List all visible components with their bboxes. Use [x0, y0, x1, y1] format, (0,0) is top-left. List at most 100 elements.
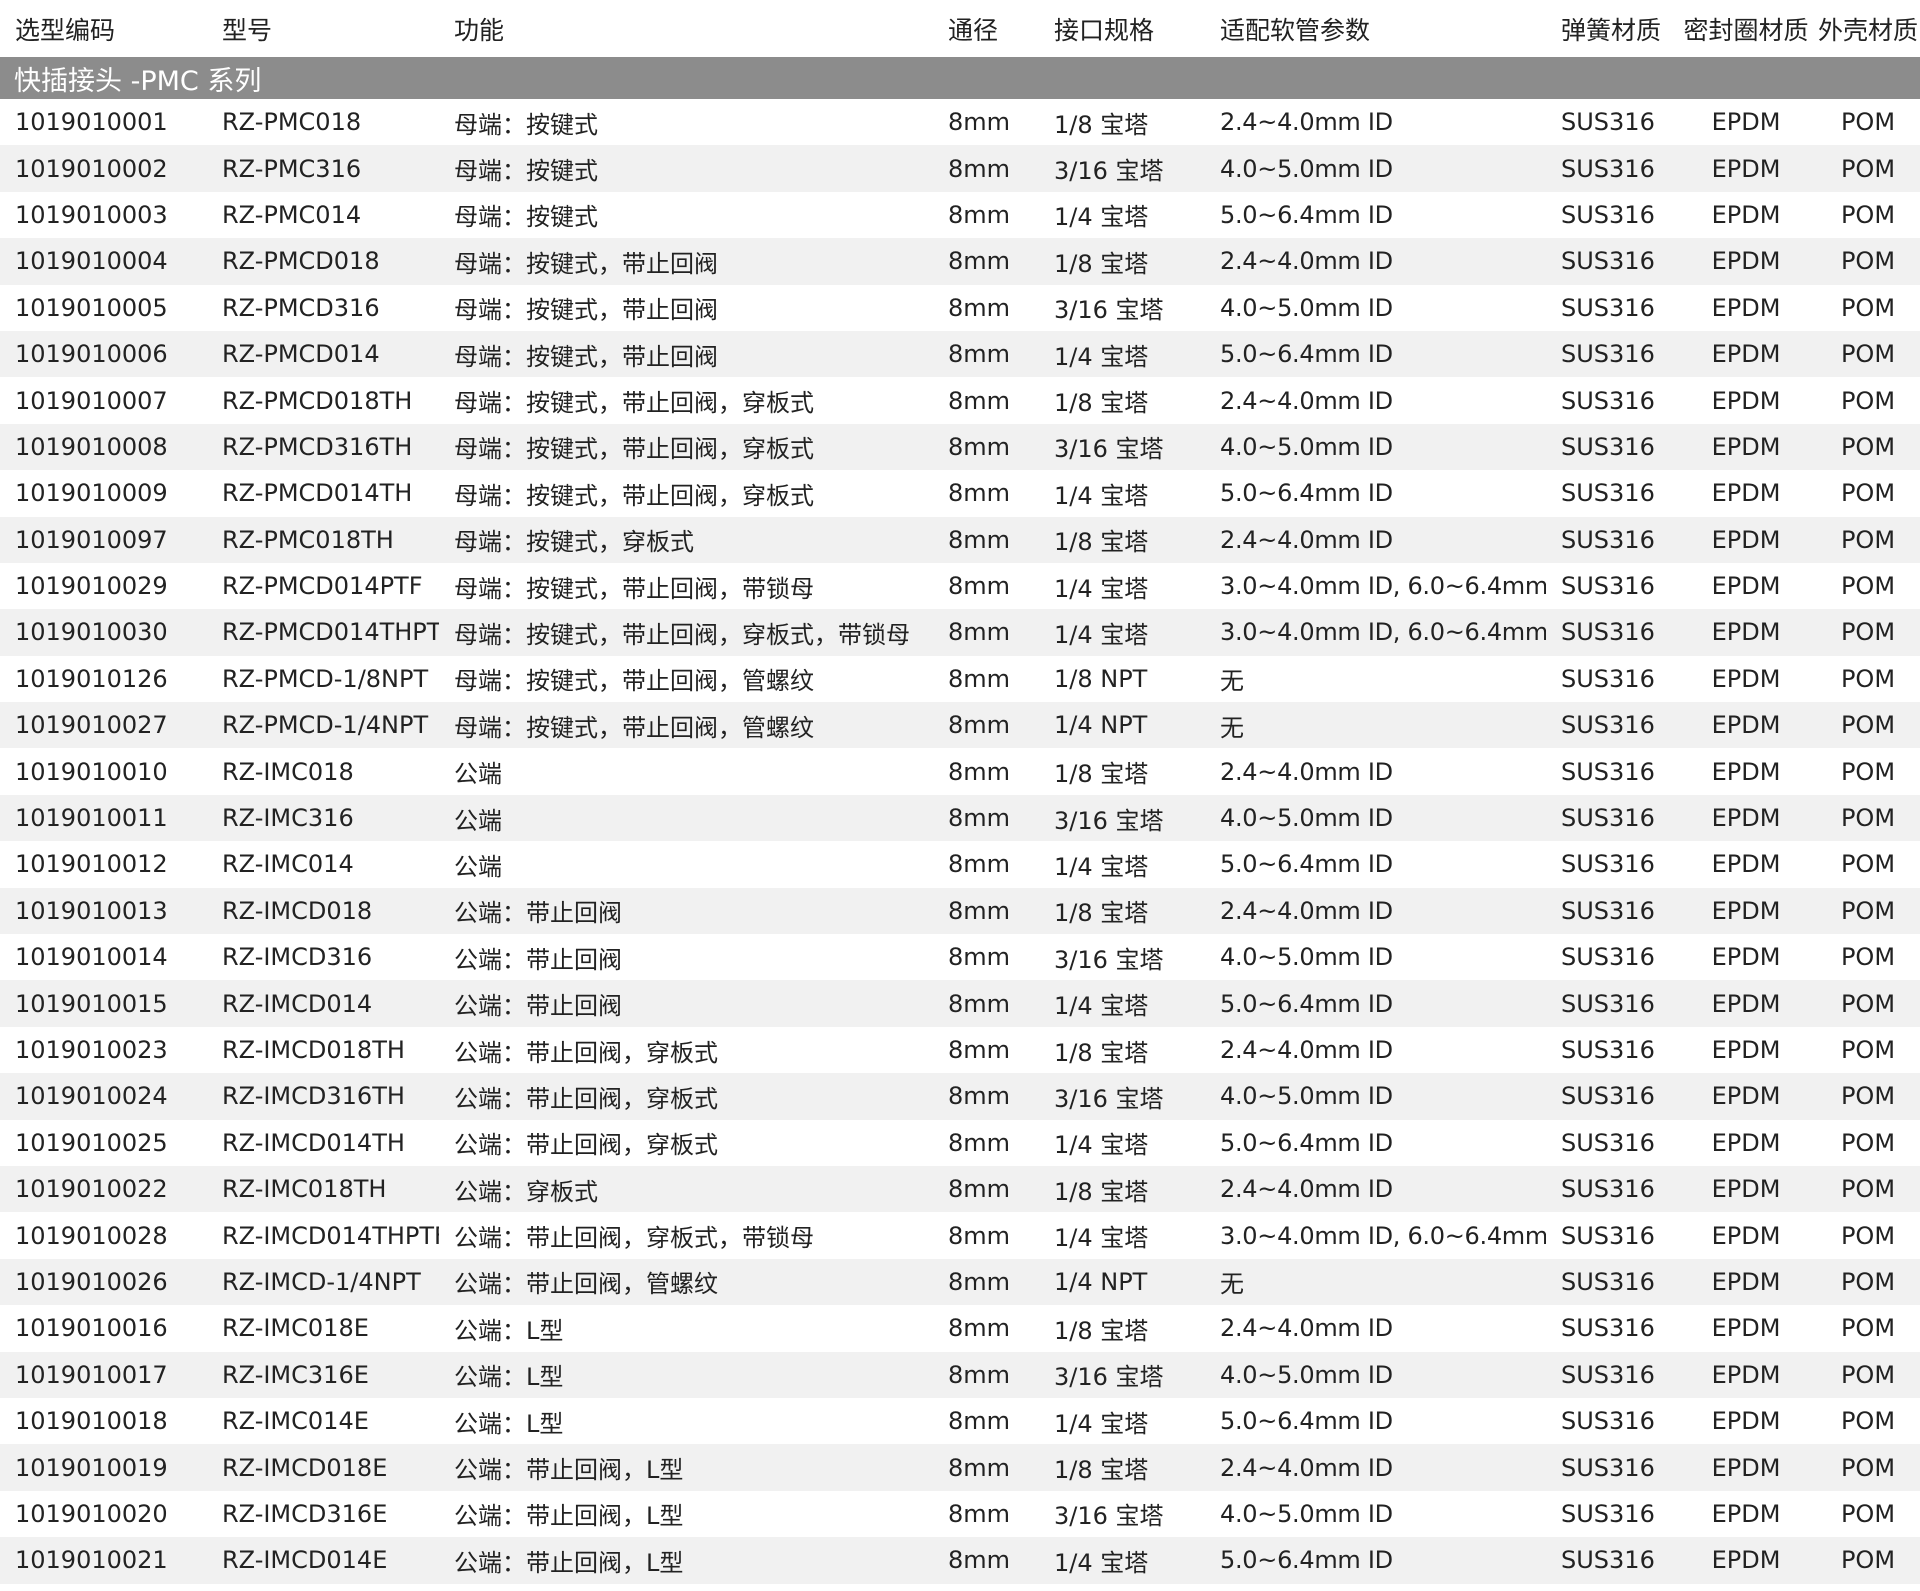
cell-bore: 8mm	[933, 145, 1039, 192]
cell-port: 3/16 宝塔	[1039, 1490, 1205, 1538]
cell-function: 公端：穿板式	[439, 1165, 933, 1213]
cell-model: RZ-IMCD014	[207, 980, 439, 1027]
cell-port: 1/4 宝塔	[1039, 1119, 1205, 1166]
table-row: 1019010007 RZ-PMCD018TH 母端：按键式，带止回阀，穿板式 8mm…	[0, 377, 1920, 424]
cell-spring: SUS316	[1546, 1397, 1676, 1445]
series-title: 快插接头 -PMC 系列	[0, 57, 1920, 99]
cell-port: 1/4 NPT	[1039, 702, 1205, 749]
cell-code: 1019010028	[0, 1212, 207, 1259]
table-row: 1019010020 RZ-IMCD316E 公端：带止回阀，L型 8mm 3/16 宝…	[0, 1490, 1920, 1538]
cell-hose: 4.0~5.0mm ID	[1205, 934, 1546, 981]
cell-model: RZ-IMCD-1/4NPT	[207, 1258, 439, 1306]
cell-code: 1019010019	[0, 1444, 207, 1491]
cell-bore: 8mm	[933, 99, 1039, 146]
cell-hose: 无	[1205, 1258, 1546, 1306]
cell-function: 母端：按键式，带止回阀，带锁母	[439, 562, 933, 610]
cell-model: RZ-PMCD316TH	[207, 423, 439, 471]
cell-shell: POM	[1816, 1026, 1920, 1074]
cell-bore: 8mm	[933, 1026, 1039, 1074]
cell-shell: POM	[1816, 1444, 1920, 1491]
cell-spring: SUS316	[1546, 284, 1676, 331]
cell-seal: EPDM	[1676, 516, 1816, 563]
cell-code: 1019010013	[0, 887, 207, 935]
cell-hose: 无	[1205, 655, 1546, 703]
cell-seal: EPDM	[1676, 655, 1816, 703]
cell-port: 1/8 宝塔	[1039, 1444, 1205, 1491]
cell-shell: POM	[1816, 1351, 1920, 1398]
cell-hose: 2.4~4.0mm ID	[1205, 1026, 1546, 1074]
cell-hose: 4.0~5.0mm ID	[1205, 1073, 1546, 1120]
cell-spring: SUS316	[1546, 562, 1676, 610]
cell-shell: POM	[1816, 1119, 1920, 1166]
cell-spring: SUS316	[1546, 702, 1676, 749]
header-function: 功能	[439, 0, 933, 57]
cell-shell: POM	[1816, 1165, 1920, 1213]
cell-function: 公端	[439, 748, 933, 795]
cell-function: 母端：按键式	[439, 99, 933, 146]
header-port: 接口规格	[1039, 0, 1205, 57]
cell-hose: 5.0~6.4mm ID	[1205, 330, 1546, 378]
cell-shell: POM	[1816, 980, 1920, 1027]
cell-port: 3/16 宝塔	[1039, 284, 1205, 331]
cell-model: RZ-PMCD014THPTF	[207, 609, 439, 656]
cell-model: RZ-IMC018TH	[207, 1165, 439, 1213]
cell-shell: POM	[1816, 1258, 1920, 1306]
cell-bore: 8mm	[933, 702, 1039, 749]
table-row: 1019010024 RZ-IMCD316TH 公端：带止回阀，穿板式 8mm 3/16…	[0, 1073, 1920, 1120]
cell-model: RZ-IMC014	[207, 841, 439, 888]
cell-function: 公端：带止回阀	[439, 934, 933, 981]
table-row: 1019010021 RZ-IMCD014E 公端：带止回阀，L型 8mm 1/4 宝塔…	[0, 1537, 1920, 1584]
cell-shell: POM	[1816, 330, 1920, 378]
cell-model: RZ-PMCD014	[207, 330, 439, 378]
cell-bore: 8mm	[933, 1305, 1039, 1352]
cell-spring: SUS316	[1546, 887, 1676, 935]
cell-port: 1/4 宝塔	[1039, 609, 1205, 656]
cell-hose: 5.0~6.4mm ID	[1205, 1537, 1546, 1584]
cell-hose: 2.4~4.0mm ID	[1205, 1444, 1546, 1491]
header-spring: 弹簧材质	[1546, 0, 1676, 57]
cell-function: 公端：带止回阀，管螺纹	[439, 1258, 933, 1306]
cell-hose: 2.4~4.0mm ID	[1205, 1165, 1546, 1213]
cell-function: 公端：带止回阀，L型	[439, 1490, 933, 1538]
cell-function: 公端：带止回阀，L型	[439, 1444, 933, 1491]
cell-bore: 8mm	[933, 1212, 1039, 1259]
cell-function: 母端：按键式，带止回阀	[439, 330, 933, 378]
cell-model: RZ-PMC316	[207, 145, 439, 192]
cell-bore: 8mm	[933, 1351, 1039, 1398]
cell-bore: 8mm	[933, 841, 1039, 888]
cell-seal: EPDM	[1676, 1444, 1816, 1491]
cell-seal: EPDM	[1676, 1397, 1816, 1445]
cell-spring: SUS316	[1546, 748, 1676, 795]
cell-port: 3/16 宝塔	[1039, 423, 1205, 471]
cell-model: RZ-PMCD-1/8NPT	[207, 655, 439, 703]
cell-model: RZ-PMC018	[207, 99, 439, 146]
cell-seal: EPDM	[1676, 330, 1816, 378]
cell-code: 1019010126	[0, 655, 207, 703]
cell-model: RZ-IMC018	[207, 748, 439, 795]
cell-code: 1019010016	[0, 1305, 207, 1352]
cell-seal: EPDM	[1676, 887, 1816, 935]
cell-spring: SUS316	[1546, 99, 1676, 146]
cell-model: RZ-PMCD018	[207, 238, 439, 285]
cell-shell: POM	[1816, 377, 1920, 424]
cell-seal: EPDM	[1676, 1490, 1816, 1538]
cell-shell: POM	[1816, 145, 1920, 192]
cell-spring: SUS316	[1546, 470, 1676, 517]
cell-port: 3/16 宝塔	[1039, 1073, 1205, 1120]
cell-shell: POM	[1816, 841, 1920, 888]
cell-hose: 2.4~4.0mm ID	[1205, 887, 1546, 935]
cell-code: 1019010021	[0, 1537, 207, 1584]
cell-hose: 2.4~4.0mm ID	[1205, 1305, 1546, 1352]
cell-bore: 8mm	[933, 191, 1039, 239]
cell-port: 1/8 宝塔	[1039, 99, 1205, 146]
cell-bore: 8mm	[933, 934, 1039, 981]
cell-hose: 4.0~5.0mm ID	[1205, 1490, 1546, 1538]
table-row: 1019010001 RZ-PMC018 母端：按键式 8mm 1/8 宝塔 2.4~4.…	[0, 99, 1920, 146]
cell-function: 母端：按键式，带止回阀，穿板式	[439, 423, 933, 471]
cell-spring: SUS316	[1546, 423, 1676, 471]
cell-bore: 8mm	[933, 1119, 1039, 1166]
cell-spring: SUS316	[1546, 1537, 1676, 1584]
cell-code: 1019010097	[0, 516, 207, 563]
cell-port: 3/16 宝塔	[1039, 934, 1205, 981]
table-row: 1019010003 RZ-PMC014 母端：按键式 8mm 1/4 宝塔 5.0~6.…	[0, 191, 1920, 239]
